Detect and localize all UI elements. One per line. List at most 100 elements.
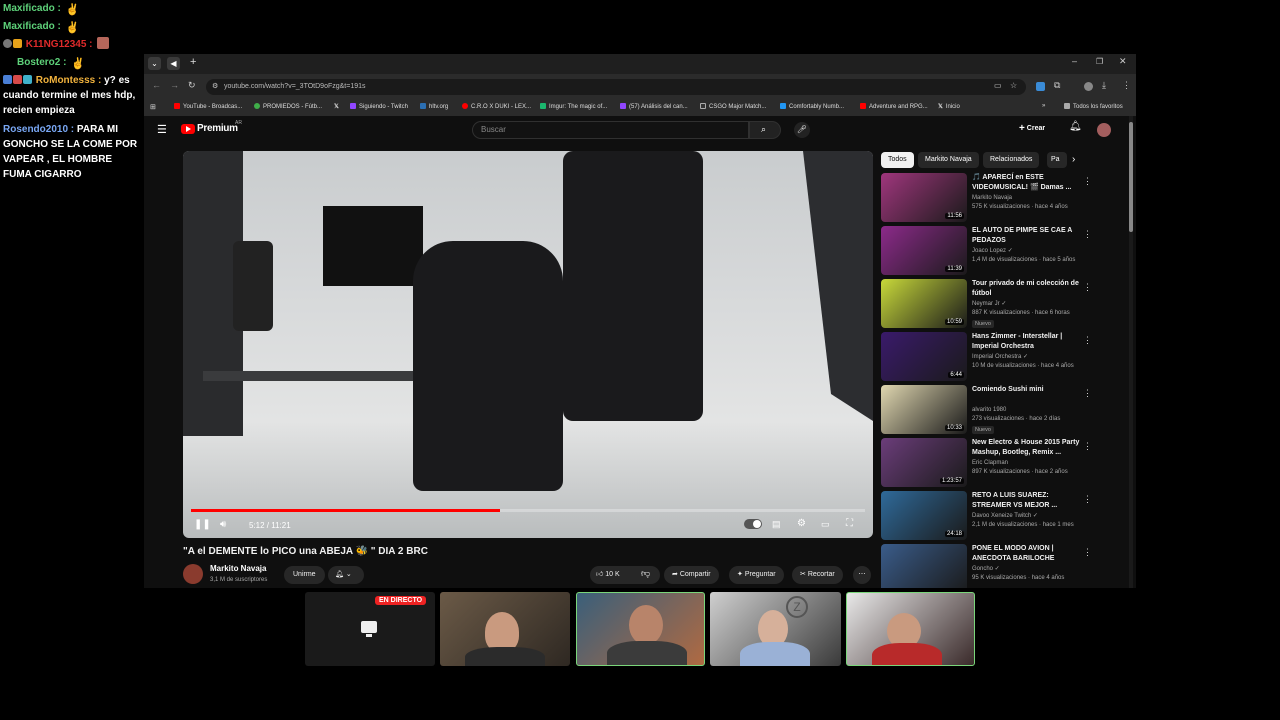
youtube-premium-logo[interactable]: Premium bbox=[197, 123, 238, 134]
browser-menu-icon[interactable]: ⋮ bbox=[1122, 80, 1131, 91]
subscribed-bell-button[interactable]: 🔔︎ ⌄ bbox=[328, 566, 364, 584]
recommendation-channel[interactable]: alvarito 1980 bbox=[972, 406, 1092, 415]
recommendation-item[interactable]: 10:33 Comiendo Sushi mini alvarito 1980 273… bbox=[881, 385, 1121, 437]
bookmark-item[interactable]: 𝕏 Inicio bbox=[938, 103, 960, 110]
cast-icon[interactable]: ▭ bbox=[994, 81, 1002, 90]
channel-avatar[interactable] bbox=[183, 564, 203, 584]
create-button[interactable]: + Crear bbox=[1019, 123, 1045, 134]
settings-gear-icon[interactable]: ⚙ bbox=[797, 518, 806, 529]
recommendation-item[interactable]: 10:59 Tour privado de mi colección de fút… bbox=[881, 279, 1121, 331]
bookmark-item[interactable]: Comfortably Numb... bbox=[780, 103, 844, 110]
more-options-icon[interactable]: ⋮ bbox=[1083, 494, 1092, 505]
fullscreen-icon[interactable]: ⛶ bbox=[846, 518, 853, 529]
more-options-icon[interactable]: ⋮ bbox=[1083, 335, 1092, 346]
more-options-icon[interactable]: ⋮ bbox=[1083, 176, 1092, 187]
recommendation-title[interactable]: Hans Zimmer - Interstellar | Imperial Or… bbox=[972, 332, 1080, 352]
more-options-icon[interactable]: ⋮ bbox=[1083, 388, 1092, 399]
recommendation-thumbnail[interactable]: 24:18 bbox=[881, 491, 967, 540]
hamburger-menu-icon[interactable]: ☰ bbox=[157, 123, 167, 136]
tab-search-button[interactable]: ⌄ bbox=[148, 57, 161, 70]
maximize-button[interactable]: ❐ bbox=[1096, 57, 1103, 66]
search-input[interactable]: Buscar bbox=[472, 121, 749, 139]
more-actions-button[interactable]: ⋯ bbox=[853, 566, 871, 584]
bookmark-item[interactable]: Adventure and RPG... bbox=[860, 103, 928, 110]
bookmark-item[interactable]: Siguiendo - Twitch bbox=[350, 103, 408, 110]
recommendation-channel[interactable]: Joaco Lopez ✓ bbox=[972, 247, 1092, 256]
notifications-bell-icon[interactable]: 🔔︎ bbox=[1069, 121, 1082, 132]
recommendation-thumbnail[interactable]: 11:39 bbox=[881, 226, 967, 275]
recommendation-title[interactable]: EL AUTO DE PIMPE SE CAE A PEDAZOS bbox=[972, 226, 1080, 246]
recommendation-title[interactable]: RETO A LUIS SUAREZ: STREAMER VS MEJOR ..… bbox=[972, 491, 1080, 511]
channel-name[interactable]: Markito Navaja bbox=[210, 564, 266, 573]
recommendation-item[interactable]: 11:56 🎵 APARECÍ en ESTE VIDEOMUSICAL! 🎬 D… bbox=[881, 173, 1121, 225]
recommendation-item[interactable]: 6:44 Hans Zimmer - Interstellar | Imperia… bbox=[881, 332, 1121, 384]
chevron-right-icon[interactable]: › bbox=[1072, 154, 1075, 165]
speaker-icon[interactable]: ◀ bbox=[167, 57, 180, 70]
all-bookmarks-folder[interactable]: Todos los favoritos bbox=[1064, 103, 1123, 110]
clip-button[interactable]: ✂ Recortar bbox=[792, 566, 843, 584]
bookmark-star-icon[interactable]: ☆ bbox=[1010, 81, 1017, 90]
bookmark-item[interactable]: Imgur: The magic of... bbox=[540, 103, 607, 110]
theater-mode-icon[interactable]: ▭ bbox=[821, 519, 830, 530]
recommendation-channel[interactable]: Markito Navaja bbox=[972, 194, 1092, 203]
dislike-button[interactable]: 👎︎ bbox=[641, 568, 650, 579]
join-button[interactable]: Unirme bbox=[284, 566, 325, 584]
reload-icon[interactable]: ↻ bbox=[188, 80, 196, 91]
page-scrollbar[interactable] bbox=[1129, 116, 1133, 588]
chip-related[interactable]: Relacionados bbox=[983, 152, 1040, 168]
voice-search-button[interactable]: 🎤︎ bbox=[794, 122, 810, 138]
subtitles-icon[interactable]: ▤ bbox=[772, 519, 781, 530]
volume-icon[interactable]: 🔊︎ bbox=[220, 519, 226, 530]
close-window-button[interactable]: ✕ bbox=[1119, 56, 1127, 67]
recommendation-thumbnail[interactable]: 6:44 bbox=[881, 332, 967, 381]
more-options-icon[interactable]: ⋮ bbox=[1083, 547, 1092, 558]
recommendation-thumbnail[interactable]: 10:33 bbox=[881, 385, 967, 434]
recommendation-thumbnail[interactable]: 10:59 bbox=[881, 279, 967, 328]
recommendation-title[interactable]: Tour privado de mi colección de fútbol bbox=[972, 279, 1080, 299]
extensions-puzzle-icon[interactable]: ⧉ bbox=[1054, 80, 1060, 91]
video-player[interactable]: ❚❚ 🔊︎ 5:12 / 11:21 ▤ ⚙ ▭ ⛶ bbox=[183, 151, 873, 538]
bookmark-item[interactable]: 𝕏 bbox=[334, 103, 342, 110]
download-icon[interactable]: ⤓ bbox=[1102, 80, 1106, 91]
pause-button[interactable]: ❚❚ bbox=[194, 519, 211, 530]
bookmark-item[interactable]: PROMIEDOS - Fútb... bbox=[254, 103, 322, 110]
autoplay-toggle[interactable] bbox=[744, 519, 762, 529]
forward-icon[interactable]: → bbox=[170, 80, 179, 90]
recommendation-item[interactable]: 24:18 RETO A LUIS SUAREZ: STREAMER VS MEJ… bbox=[881, 491, 1121, 543]
back-icon[interactable]: ← bbox=[152, 80, 161, 90]
extension-icon[interactable] bbox=[1036, 82, 1045, 91]
chip-channel[interactable]: Markito Navaja bbox=[918, 152, 979, 168]
recommendation-item[interactable]: PONE EL MODO AVION | ANECDOTA BARILOCHE G… bbox=[881, 544, 1121, 588]
recommendation-title[interactable]: PONE EL MODO AVION | ANECDOTA BARILOCHE bbox=[972, 544, 1080, 564]
recommendation-channel[interactable]: Neymar Jr ✓ bbox=[972, 300, 1092, 309]
recommendation-item[interactable]: 1:23:57 New Electro & House 2015 Party Ma… bbox=[881, 438, 1121, 490]
recommendation-channel[interactable]: Imperial Orchestra ✓ bbox=[972, 353, 1092, 362]
bookmark-item[interactable]: C.R.O X DUKI - LEX... bbox=[462, 103, 531, 110]
recommendation-title[interactable]: New Electro & House 2015 Party Mashup, B… bbox=[972, 438, 1080, 458]
recommendation-thumbnail[interactable] bbox=[881, 544, 967, 588]
recommendation-thumbnail[interactable]: 1:23:57 bbox=[881, 438, 967, 487]
url-input[interactable]: ⚙ youtube.com/watch?v=_3TOtD9oFzg&t=191s bbox=[206, 79, 1026, 95]
bookmark-item[interactable]: (57) Análisis del can... bbox=[620, 103, 688, 110]
recommendation-channel[interactable]: Goncho ✓ bbox=[972, 565, 1092, 574]
bookmark-item[interactable]: CSGO Major Match... bbox=[700, 103, 766, 110]
recommendation-title[interactable]: Comiendo Sushi mini bbox=[972, 385, 1080, 395]
bookmark-item[interactable]: hltv.org bbox=[420, 103, 448, 110]
apps-grid-icon[interactable]: ⊞ bbox=[150, 103, 156, 111]
chip-all[interactable]: Todos bbox=[881, 152, 914, 168]
recommendation-channel[interactable]: Davoo Xeneize Twitch ✓ bbox=[972, 512, 1092, 521]
video-progress-bar[interactable] bbox=[191, 509, 865, 512]
bookmarks-overflow-icon[interactable]: » bbox=[1042, 103, 1045, 109]
site-info-icon[interactable]: ⚙ bbox=[212, 79, 218, 95]
profile-avatar[interactable] bbox=[1084, 82, 1093, 91]
more-options-icon[interactable]: ⋮ bbox=[1083, 229, 1092, 240]
recommendation-channel[interactable]: Eric Clapman bbox=[972, 459, 1092, 468]
account-avatar[interactable] bbox=[1097, 123, 1111, 137]
bookmark-item[interactable]: YouTube - Broadcas... bbox=[174, 103, 242, 110]
youtube-logo-icon[interactable] bbox=[181, 124, 195, 134]
recommendation-item[interactable]: 11:39 EL AUTO DE PIMPE SE CAE A PEDAZOS Jo… bbox=[881, 226, 1121, 278]
share-button[interactable]: ➦ Compartir bbox=[664, 566, 719, 584]
more-options-icon[interactable]: ⋮ bbox=[1083, 441, 1092, 452]
ask-button[interactable]: ✦ Preguntar bbox=[729, 566, 784, 584]
recommendation-thumbnail[interactable]: 11:56 bbox=[881, 173, 967, 222]
